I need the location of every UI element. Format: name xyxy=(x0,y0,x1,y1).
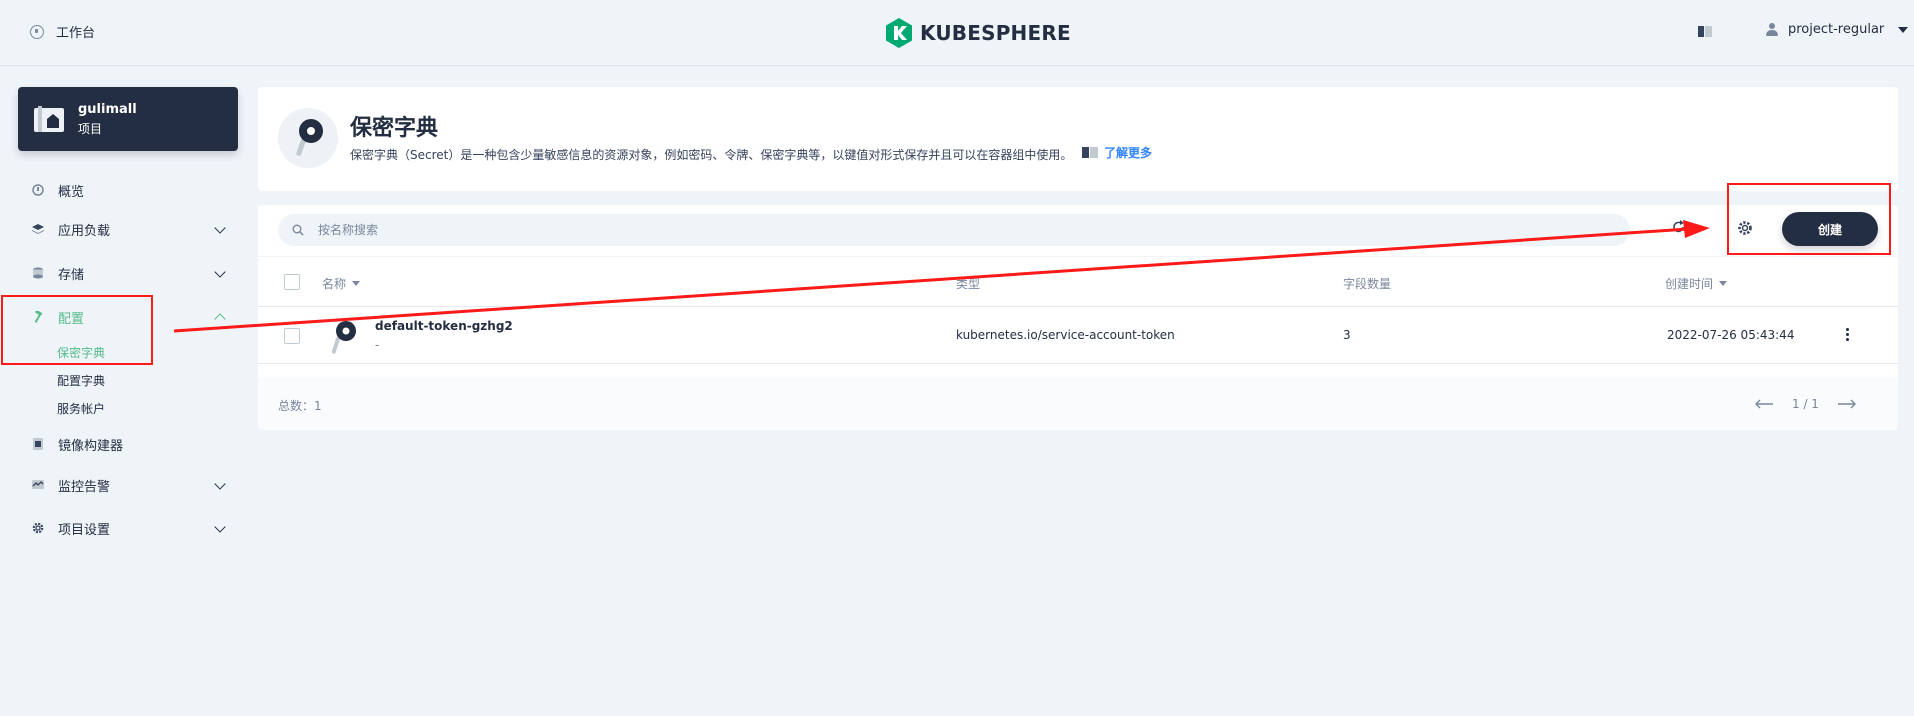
row-checkbox[interactable] xyxy=(284,328,300,344)
column-header-type: 类型 xyxy=(956,275,980,292)
page-indicator: 1 / 1 xyxy=(1792,397,1819,411)
user-menu[interactable]: project-regular xyxy=(1766,22,1909,37)
document-icon[interactable] xyxy=(1698,26,1712,37)
column-label: 名称 xyxy=(322,277,347,291)
column-label: 创建时间 xyxy=(1665,277,1714,291)
database-icon xyxy=(32,267,44,279)
column-header-created[interactable]: 创建时间 xyxy=(1665,275,1728,292)
refresh-icon[interactable] xyxy=(1672,220,1686,234)
search-input[interactable] xyxy=(318,223,1518,237)
secret-field-count: 3 xyxy=(1343,328,1351,342)
search-icon xyxy=(292,224,304,236)
dashboard-icon xyxy=(32,184,44,196)
column-label: 类型 xyxy=(956,277,981,291)
sidebar-item-label: 存储 xyxy=(58,267,85,283)
annotation-box-create xyxy=(1727,183,1891,255)
secret-description: - xyxy=(375,338,380,352)
dashboard-icon xyxy=(30,24,44,39)
table-toolbar: 创建 xyxy=(258,205,1898,257)
secret-created-time: 2022-07-26 05:43:44 xyxy=(1667,328,1795,342)
sidebar-subitem-service-accounts[interactable]: 服务帐户 xyxy=(57,400,105,417)
secret-type: kubernetes.io/service-account-token xyxy=(956,328,1175,342)
sidebar-item-label: 应用负载 xyxy=(58,223,111,239)
brand-name: KUBESPHERE xyxy=(920,21,1071,45)
chevron-down-icon xyxy=(214,222,226,234)
table-header: 名称 类型 字段数量 创建时间 xyxy=(258,257,1898,307)
sidebar-item-label: 项目设置 xyxy=(58,522,111,538)
column-header-field-count: 字段数量 xyxy=(1343,275,1391,292)
workbench-label: 工作台 xyxy=(56,26,96,41)
project-name: gulimall xyxy=(78,101,137,117)
page-banner: 保密字典 保密字典（Secret）是一种包含少量敏感信息的资源对象，例如密码、令… xyxy=(258,87,1898,191)
page-title: 保密字典 xyxy=(350,116,439,141)
arrow-right-icon[interactable] xyxy=(1837,398,1857,410)
brand-logo[interactable]: KUBESPHERE xyxy=(886,18,1071,48)
sidebar-item-label: 概览 xyxy=(58,184,85,200)
chevron-up-icon xyxy=(214,313,226,325)
sidebar-item-project-settings[interactable]: 项目设置 xyxy=(18,508,238,548)
column-label: 字段数量 xyxy=(1343,277,1392,291)
chevron-down-icon xyxy=(1898,26,1909,33)
secret-key-icon xyxy=(278,108,338,168)
learn-more-label: 了解更多 xyxy=(1104,146,1153,160)
total-count: 总数：1 xyxy=(278,399,322,413)
annotation-box-config xyxy=(1,295,153,365)
sidebar-item-image-builder[interactable]: 镜像构建器 xyxy=(18,424,238,464)
arrow-left-icon[interactable] xyxy=(1754,398,1774,410)
search-bar[interactable] xyxy=(278,214,1630,246)
sidebar-item-label: 镜像构建器 xyxy=(58,438,124,454)
secret-key-icon xyxy=(331,321,356,354)
top-navbar: 工作台 KUBESPHERE project-regular xyxy=(0,0,1914,66)
chevron-down-icon xyxy=(214,521,226,533)
secrets-table-card: 创建 名称 类型 字段数量 创建时间 default-token-gzhg2 -… xyxy=(258,205,1898,430)
select-all-checkbox[interactable] xyxy=(284,274,300,290)
workbench-link[interactable]: 工作台 xyxy=(30,22,95,41)
chevron-down-icon xyxy=(214,478,226,490)
user-name: project-regular xyxy=(1788,22,1885,37)
sidebar-item-monitoring[interactable]: 监控告警 xyxy=(18,465,238,505)
user-icon xyxy=(1766,22,1778,37)
sidebar-item-workloads[interactable]: 应用负载 xyxy=(18,209,238,249)
sidebar-subitem-configmaps[interactable]: 配置字典 xyxy=(57,372,105,389)
project-type: 项目 xyxy=(78,121,103,136)
more-actions-icon[interactable] xyxy=(1842,327,1852,345)
learn-more-link[interactable]: 了解更多 xyxy=(1082,144,1152,161)
table-footer: 总数：1 1 / 1 xyxy=(258,378,1898,430)
project-icon xyxy=(34,106,64,132)
monitor-icon xyxy=(32,479,44,491)
sort-down-icon xyxy=(352,281,361,286)
page-description: 保密字典（Secret）是一种包含少量敏感信息的资源对象，例如密码、令牌、保密字… xyxy=(350,148,1073,162)
project-card[interactable]: gulimall 项目 xyxy=(18,87,238,151)
layers-icon xyxy=(32,223,44,235)
pagination: 1 / 1 xyxy=(1754,397,1857,411)
kubesphere-logo-icon xyxy=(886,18,912,48)
sidebar-item-label: 监控告警 xyxy=(58,479,111,495)
sidebar-item-overview[interactable]: 概览 xyxy=(18,170,238,210)
sort-down-icon xyxy=(1719,281,1728,286)
sidebar-item-storage[interactable]: 存储 xyxy=(18,253,238,293)
secret-name-link[interactable]: default-token-gzhg2 xyxy=(375,319,513,333)
column-header-name[interactable]: 名称 xyxy=(322,275,361,292)
table-row[interactable]: default-token-gzhg2 - kubernetes.io/serv… xyxy=(258,308,1898,364)
gear-icon xyxy=(32,522,44,534)
image-builder-icon xyxy=(32,438,44,450)
chevron-down-icon xyxy=(214,266,226,278)
book-icon xyxy=(1082,147,1098,158)
